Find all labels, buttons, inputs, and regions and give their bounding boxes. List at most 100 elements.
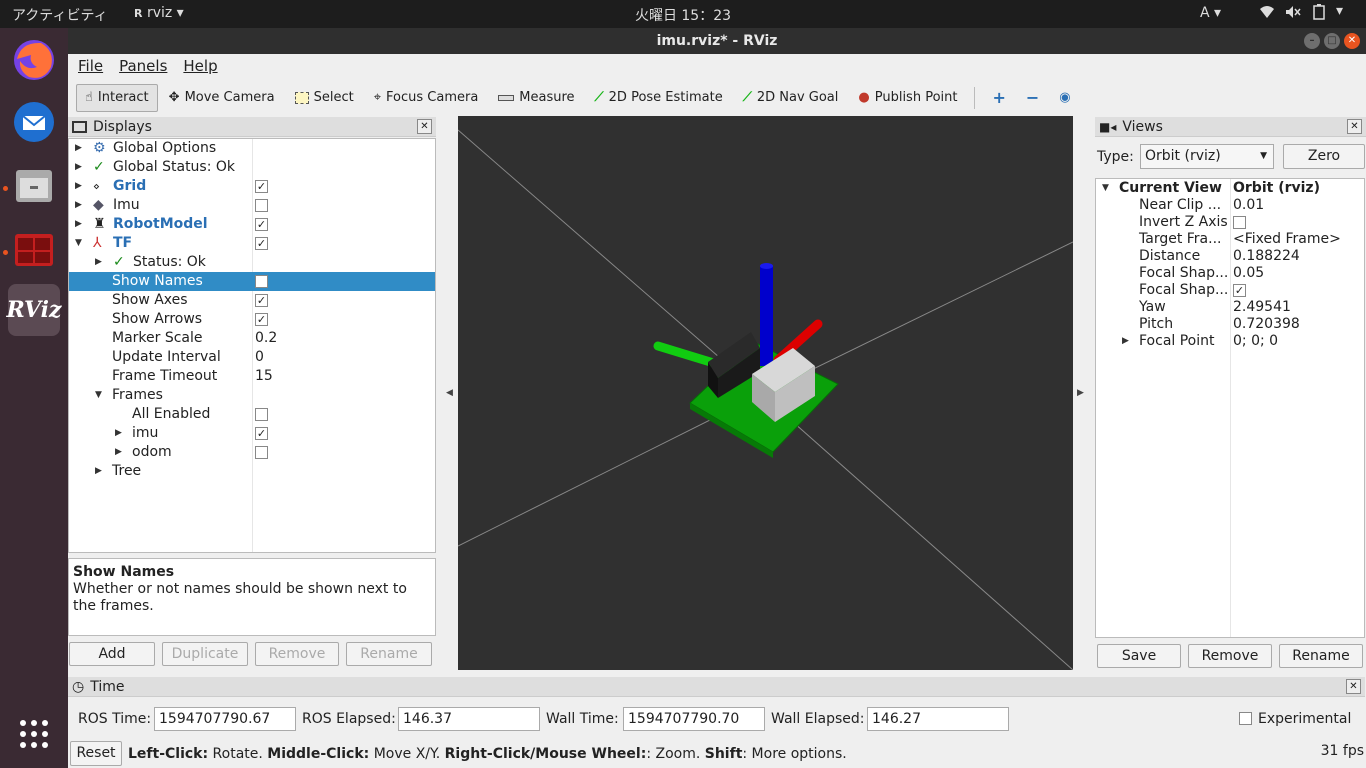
measure-tool-button[interactable]: Measure <box>489 84 583 112</box>
activities-button[interactable]: アクティビティ <box>12 5 108 25</box>
rename-view-button[interactable]: Rename <box>1279 644 1363 668</box>
collapse-arrow-icon[interactable]: ▼ <box>75 234 82 253</box>
system-tray[interactable]: ▾ <box>1258 3 1343 25</box>
files-icon[interactable] <box>8 160 60 212</box>
expand-arrow-icon[interactable]: ▶ <box>75 196 82 215</box>
experimental-checkbox[interactable] <box>1239 712 1252 725</box>
enable-checkbox[interactable]: ✓ <box>255 218 268 231</box>
input-method-indicator[interactable]: A ▾ <box>1200 5 1221 21</box>
tree-item-tf-status[interactable]: ▶ ✓ Status: Ok <box>69 253 435 272</box>
tree-item-show-arrows[interactable]: Show Arrows ✓ <box>69 310 435 329</box>
window-titlebar[interactable]: imu.rviz* - RViz – □ ✕ <box>68 28 1366 54</box>
terminal-icon[interactable] <box>8 224 60 276</box>
camera-icon: ■◂ <box>1099 119 1117 134</box>
nav-goal-tool-button[interactable]: ⟋ 2D Nav Goal <box>734 84 848 112</box>
minimize-button[interactable]: – <box>1304 33 1320 49</box>
remove-tool-button[interactable]: − <box>1017 84 1048 112</box>
tree-item-grid[interactable]: ▶ ⋄ Grid ✓ <box>69 177 435 196</box>
focus-camera-tool-button[interactable]: ⌖ Focus Camera <box>365 84 488 112</box>
rviz-icon[interactable]: RViz <box>6 284 62 336</box>
all-enabled-checkbox[interactable] <box>255 408 268 421</box>
invert-z-checkbox[interactable] <box>1233 216 1246 229</box>
interact-tool-button[interactable]: ☝ Interact <box>76 83 158 112</box>
focal-shape-checkbox[interactable]: ✓ <box>1233 284 1246 297</box>
pose-estimate-tool-button[interactable]: ⟋ 2D Pose Estimate <box>586 84 732 112</box>
tree-item-frame-odom[interactable]: ▶ odom <box>69 443 435 462</box>
marker-scale-value[interactable]: 0.2 <box>255 329 277 348</box>
expand-arrow-icon[interactable]: ▶ <box>115 424 122 443</box>
tree-item-label: Tree <box>112 463 142 479</box>
show-arrows-checkbox[interactable]: ✓ <box>255 313 268 326</box>
ros-time-field[interactable]: 1594707790.67 <box>154 707 296 731</box>
add-display-button[interactable]: Add <box>69 642 155 666</box>
tree-item-global-status[interactable]: ▶ ✓ Global Status: Ok <box>69 158 435 177</box>
show-axes-checkbox[interactable]: ✓ <box>255 294 268 307</box>
select-tool-button[interactable]: Select <box>286 84 363 112</box>
update-interval-value[interactable]: 0 <box>255 348 264 367</box>
ros-elapsed-field[interactable]: 146.37 <box>398 707 540 731</box>
clock[interactable]: 火曜日 15：23 <box>635 8 731 24</box>
wall-elapsed-field[interactable]: 146.27 <box>867 707 1009 731</box>
tree-item-imu[interactable]: ▶ ◆ Imu <box>69 196 435 215</box>
collapse-right-panel-arrow[interactable]: ▶ <box>1077 388 1084 398</box>
view-options-button[interactable]: ◉ <box>1050 84 1079 112</box>
tree-item-tree[interactable]: ▶ Tree <box>69 462 435 481</box>
reset-button[interactable]: Reset <box>70 741 122 766</box>
tree-item-tf[interactable]: ▼ ⅄ TF ✓ <box>69 234 435 253</box>
displays-title: Displays <box>93 118 152 135</box>
close-button[interactable]: ✕ <box>1344 33 1360 49</box>
remove-view-button[interactable]: Remove <box>1188 644 1272 668</box>
tree-item-frames[interactable]: ▼ Frames <box>69 386 435 405</box>
show-names-checkbox[interactable] <box>255 275 268 288</box>
publish-point-tool-button[interactable]: ● Publish Point <box>849 84 966 112</box>
tree-item-value[interactable]: 0; 0; 0 <box>1233 332 1278 351</box>
move-camera-tool-button[interactable]: ✥ Move Camera <box>160 84 284 112</box>
expand-arrow-icon[interactable]: ▶ <box>75 215 82 234</box>
frame-odom-checkbox[interactable] <box>255 446 268 459</box>
zero-button[interactable]: Zero <box>1283 144 1365 169</box>
tree-item-frame-timeout[interactable]: Frame Timeout 15 <box>69 367 435 386</box>
menu-panels[interactable]: Panels <box>119 57 167 75</box>
frame-imu-checkbox[interactable]: ✓ <box>255 427 268 440</box>
close-panel-button[interactable]: ✕ <box>1346 679 1361 694</box>
firefox-icon[interactable] <box>8 34 60 86</box>
thunderbird-icon[interactable] <box>8 96 60 148</box>
collapse-arrow-icon[interactable]: ▼ <box>95 386 102 405</box>
expand-arrow-icon[interactable]: ▶ <box>95 253 102 272</box>
expand-arrow-icon[interactable]: ▶ <box>75 158 82 177</box>
enable-checkbox[interactable]: ✓ <box>255 180 268 193</box>
tree-item-marker-scale[interactable]: Marker Scale 0.2 <box>69 329 435 348</box>
expand-arrow-icon[interactable]: ▶ <box>95 462 102 481</box>
tree-item-focal-point[interactable]: ▶ Focal Point 0; 0; 0 <box>1096 332 1364 351</box>
app-menu[interactable]: R rviz ▾ <box>134 5 184 21</box>
expand-arrow-icon[interactable]: ▶ <box>75 139 82 158</box>
maximize-button[interactable]: □ <box>1324 33 1340 49</box>
3d-render-viewport[interactable] <box>458 116 1073 670</box>
expand-arrow-icon[interactable]: ▶ <box>1122 332 1129 351</box>
frame-timeout-value[interactable]: 15 <box>255 367 273 386</box>
enable-checkbox[interactable]: ✓ <box>255 237 268 250</box>
expand-arrow-icon[interactable]: ▶ <box>75 177 82 196</box>
save-view-button[interactable]: Save <box>1097 644 1181 668</box>
tree-item-show-names[interactable]: Show Names <box>69 272 435 291</box>
close-panel-button[interactable]: ✕ <box>1347 119 1362 134</box>
tree-item-robot-model[interactable]: ▶ ♜ RobotModel ✓ <box>69 215 435 234</box>
menu-help[interactable]: Help <box>183 57 217 75</box>
add-tool-button[interactable]: + <box>983 84 1014 112</box>
tree-item-global-options[interactable]: ▶ ⚙ Global Options <box>69 139 435 158</box>
show-applications-icon[interactable] <box>8 708 60 760</box>
collapse-left-panel-arrow[interactable]: ◀ <box>446 388 453 398</box>
view-type-select[interactable]: Orbit (rviz) ▼ <box>1140 144 1274 169</box>
tree-item-show-axes[interactable]: Show Axes ✓ <box>69 291 435 310</box>
duplicate-display-button[interactable]: Duplicate <box>162 642 248 666</box>
remove-display-button[interactable]: Remove <box>255 642 339 666</box>
enable-checkbox[interactable] <box>255 199 268 212</box>
expand-arrow-icon[interactable]: ▶ <box>115 443 122 462</box>
tree-item-all-enabled[interactable]: All Enabled <box>69 405 435 424</box>
tree-item-update-interval[interactable]: Update Interval 0 <box>69 348 435 367</box>
close-panel-button[interactable]: ✕ <box>417 119 432 134</box>
tree-item-frame-imu[interactable]: ▶ imu ✓ <box>69 424 435 443</box>
menu-file[interactable]: File <box>78 57 103 75</box>
rename-display-button[interactable]: Rename <box>346 642 432 666</box>
wall-time-field[interactable]: 1594707790.70 <box>623 707 765 731</box>
